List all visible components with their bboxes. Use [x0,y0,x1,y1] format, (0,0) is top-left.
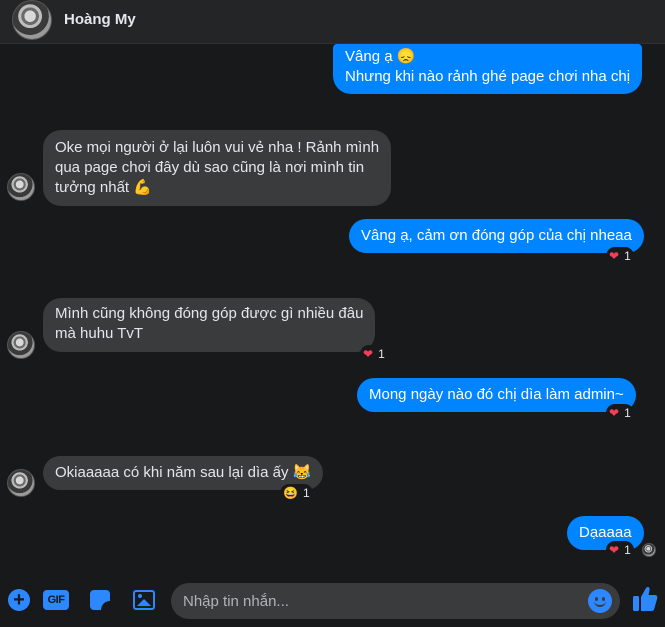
plus-circle-icon: + [8,589,30,611]
message-reaction[interactable]: 😆 1 [280,484,313,502]
outgoing-message[interactable]: Vâng ạ 😞 Nhưng khi nào rảnh ghé page chơ… [333,44,643,94]
outgoing-message[interactable]: Vâng ạ, cảm ơn đóng góp của chị nheaa [349,219,644,253]
message-reaction[interactable]: ❤ 1 [606,541,634,559]
laughing-emoji-icon: 😆 [283,486,298,500]
message-composer: + GIF [0,576,665,627]
heart-icon: ❤ [609,406,620,420]
outgoing-message[interactable]: Mong ngày nào đó chị dìa làm admin~ [357,378,636,412]
incoming-message[interactable]: Okiaaaaa có khi năm sau lại dìa ấy 😹 [43,456,324,490]
message-line: Mình cũng không đóng góp được gì nhiều đ… [55,305,364,322]
heart-icon: ❤ [609,249,620,263]
sticker-button[interactable] [88,588,112,612]
gif-button[interactable]: GIF [42,588,70,612]
reaction-count: 1 [624,543,631,557]
message-line: Mong ngày nào đó chị dìa làm admin~ [369,386,624,403]
message-line: mà huhu TvT [55,325,144,342]
image-icon [133,590,155,610]
reaction-count: 1 [378,347,385,361]
reaction-count: 1 [624,406,631,420]
sticker-icon [90,590,110,610]
conversation-area: Vâng ạ 😞 Nhưng khi nào rảnh ghé page chơ… [0,44,665,576]
message-reaction[interactable]: ❤ 1 [360,345,388,363]
sender-avatar[interactable] [7,331,35,359]
message-line: Oke mọi người ở lại luôn vui vẻ nha ! Rả… [55,139,380,156]
contact-name[interactable]: Hoàng My [64,11,136,28]
heart-icon: ❤ [363,347,374,361]
contact-avatar[interactable] [12,0,52,40]
message-reaction[interactable]: ❤ 1 [606,404,634,422]
heart-icon: ❤ [609,543,620,557]
reaction-count: 1 [624,249,631,263]
message-input[interactable] [183,583,583,619]
gif-icon: GIF [43,590,69,610]
message-line: Nhưng khi nào rảnh ghé page chơi nha chị [345,68,631,85]
message-reaction[interactable]: ❤ 1 [606,247,634,265]
image-button[interactable] [132,588,156,612]
seen-indicator-avatar [642,543,656,557]
message-line: Vâng ạ 😞 [345,48,416,65]
message-input-wrapper [171,583,620,619]
message-line: Okiaaaaa có khi năm sau lại dìa ấy 😹 [55,464,312,481]
incoming-message[interactable]: Mình cũng không đóng góp được gì nhiều đ… [43,298,376,352]
sender-avatar[interactable] [7,469,35,497]
add-button[interactable]: + [7,588,31,612]
message-line: tưởng nhất 💪 [55,179,152,196]
incoming-message[interactable]: Oke mọi người ở lại luôn vui vẻ nha ! Rả… [43,130,392,206]
message-line: Vâng ạ, cảm ơn đóng góp của chị nheaa [361,227,632,244]
message-line: qua page chơi đây dù sao cũng là nơi mìn… [55,159,365,176]
emoji-icon[interactable] [588,589,612,613]
reaction-count: 1 [302,486,310,500]
thumbs-up-icon[interactable] [632,585,658,613]
sender-avatar[interactable] [7,173,35,201]
chat-header: Hoàng My [0,0,665,44]
message-line: Dạaaaa [579,524,632,541]
